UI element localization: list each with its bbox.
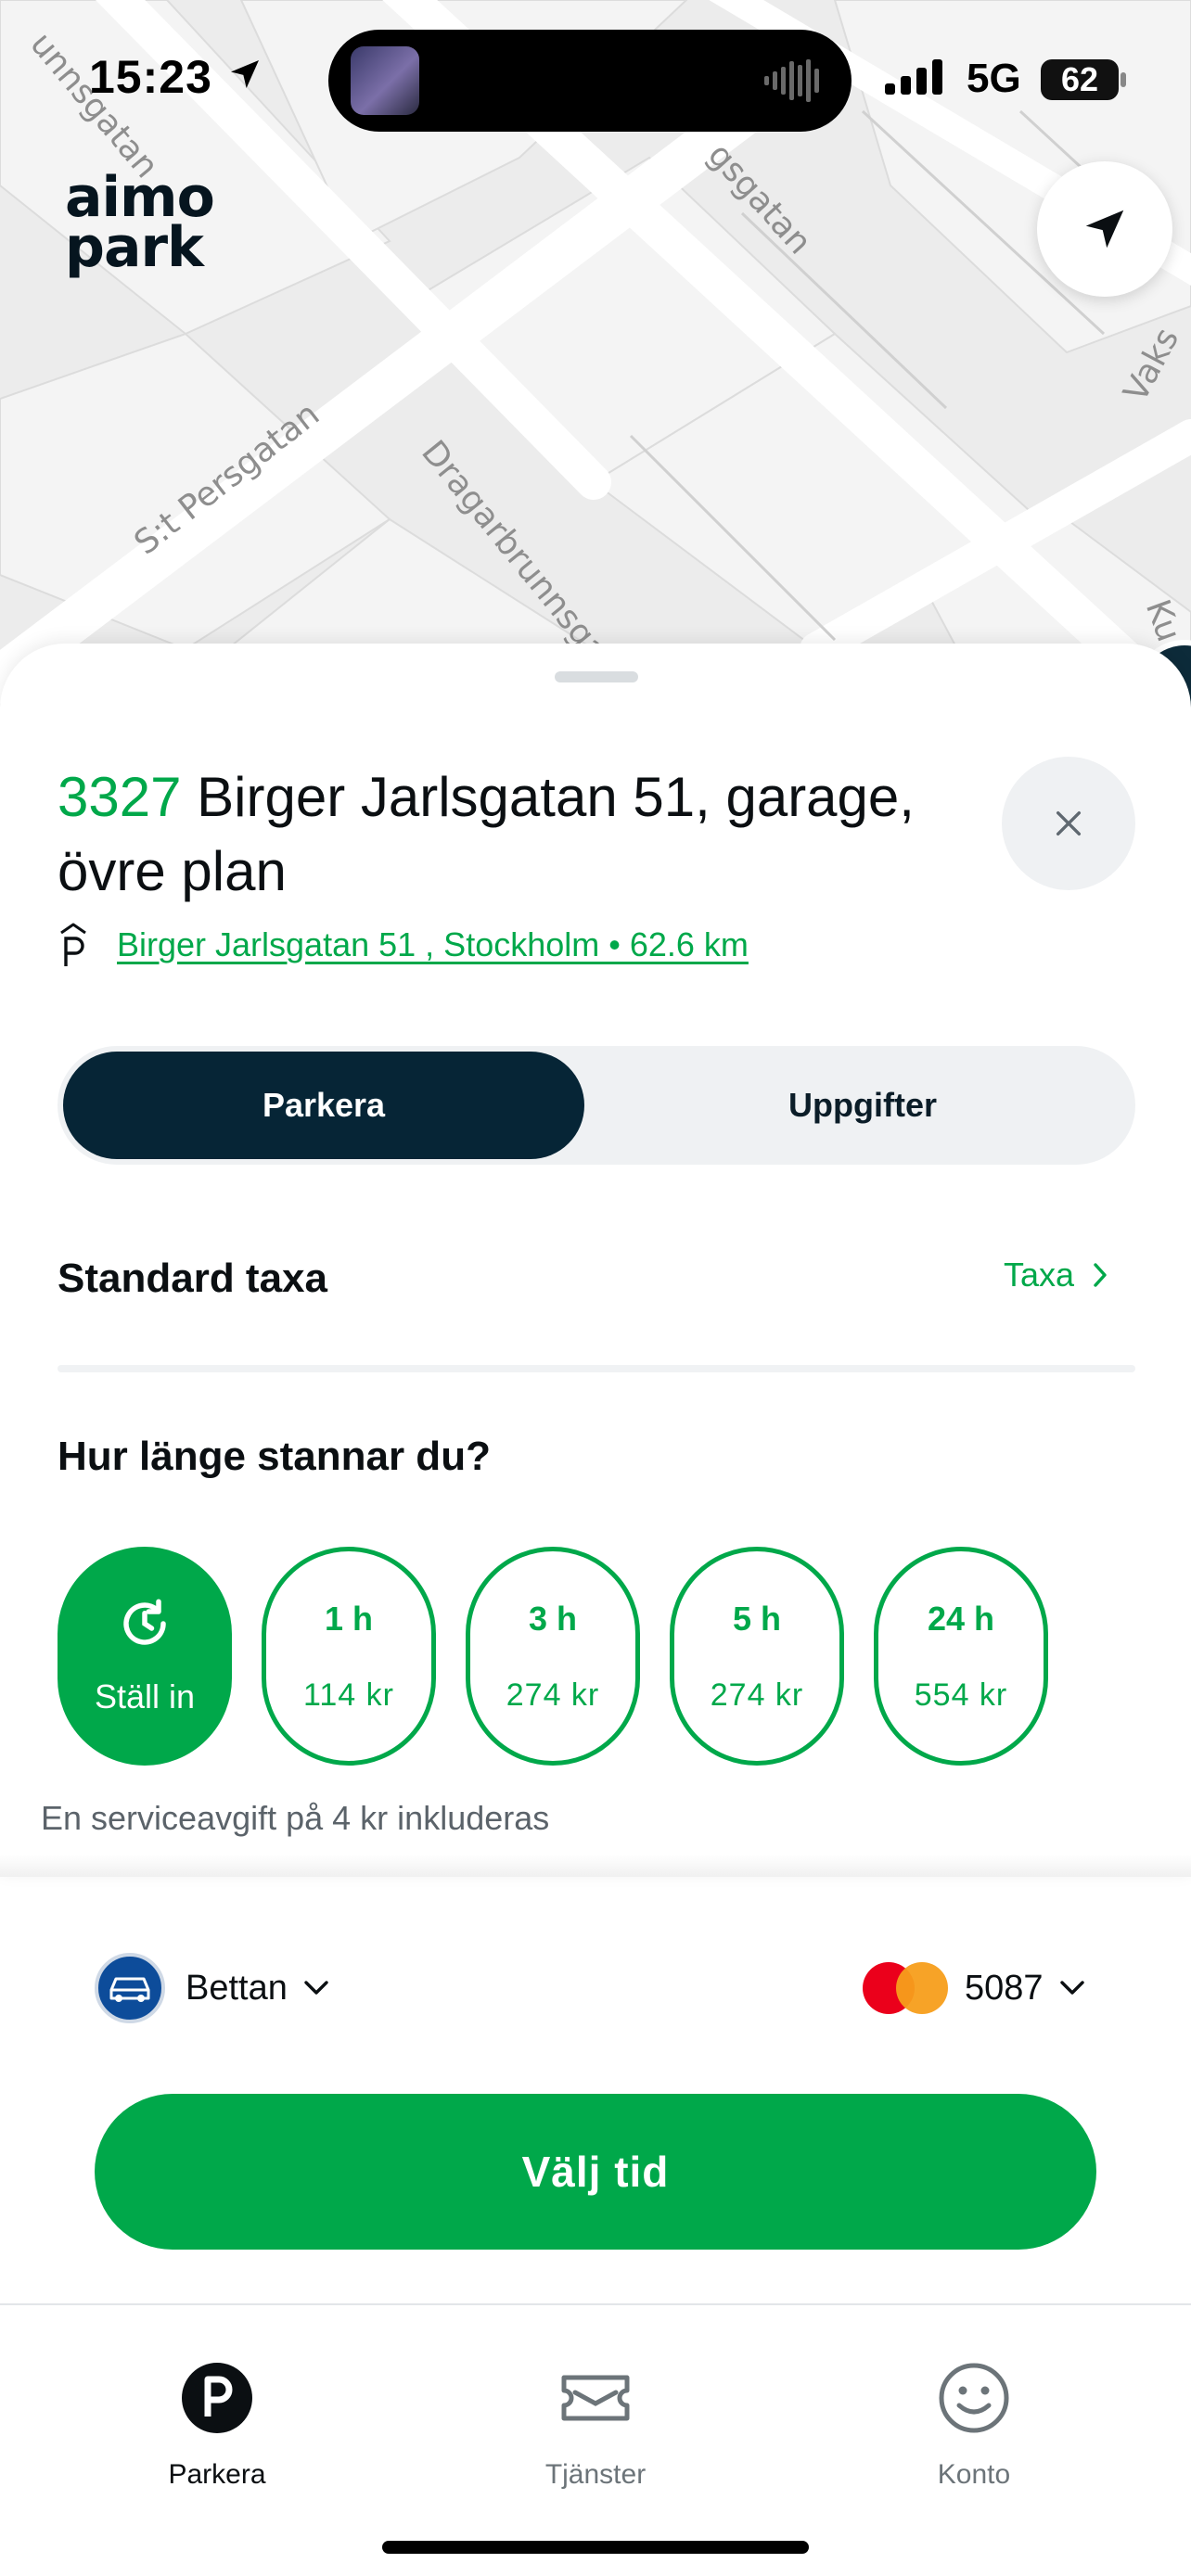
- tab-bar-item-parkera[interactable]: Parkera: [96, 2361, 338, 2491]
- option-duration: 5 h: [732, 1599, 781, 1638]
- parking-garage-icon: [60, 923, 86, 966]
- chevron-right-icon: [1094, 1263, 1107, 1287]
- network-type: 5G: [967, 56, 1021, 101]
- chevron-down-icon: [304, 1981, 328, 1995]
- custom-duration-label: Ställ in: [94, 1677, 196, 1715]
- card-number: 5087: [965, 1968, 1044, 2008]
- duration-option-3h[interactable]: 3 h 274 kr: [466, 1547, 640, 1766]
- chevron-down-icon: [1059, 1981, 1084, 1995]
- battery-icon: 62: [1041, 59, 1119, 100]
- parking-icon: [182, 2363, 252, 2433]
- vehicle-name: Bettan: [186, 1968, 288, 2008]
- logo-line-2: park: [65, 215, 204, 280]
- option-duration: 3 h: [528, 1599, 577, 1638]
- home-indicator[interactable]: [382, 2541, 809, 2554]
- tab-bar-label: Konto: [937, 2459, 1011, 2490]
- address-link[interactable]: Birger Jarlsgatan 51 , Stockholm • 62.6 …: [117, 925, 749, 964]
- tab-uppgifter[interactable]: Uppgifter: [590, 1046, 1135, 1165]
- duration-question: Hur länge stannar du?: [58, 1434, 491, 1479]
- option-duration: 24 h: [927, 1599, 995, 1638]
- location-title: 3327 Birger Jarlsgatan 51, garage, övre …: [58, 760, 967, 909]
- duration-option-24h[interactable]: 24 h 554 kr: [874, 1547, 1048, 1766]
- battery-level: 62: [1060, 60, 1099, 98]
- tab-bar-label: Parkera: [168, 2459, 266, 2490]
- bottom-tab-bar: Parkera Tjänster Konto: [0, 2303, 1191, 2576]
- parking-detail-sheet: 3327 Birger Jarlsgatan 51, garage, övre …: [0, 644, 1191, 1877]
- duration-option-5h[interactable]: 5 h 274 kr: [670, 1547, 844, 1766]
- option-price: 554 kr: [914, 1677, 1008, 1713]
- smiley-icon: [939, 2363, 1009, 2433]
- now-playing-artwork: [351, 46, 419, 115]
- taxa-link[interactable]: Taxa: [1004, 1256, 1109, 1294]
- locate-me-button[interactable]: [1037, 161, 1172, 297]
- location-code: 3327: [58, 766, 182, 828]
- option-duration: 1 h: [324, 1599, 373, 1638]
- service-fee-note: En serviceavgift på 4 kr inkluderas: [41, 1799, 550, 1837]
- aimo-park-logo: aimo park: [65, 170, 215, 280]
- status-time: 15:23: [89, 51, 212, 103]
- custom-duration-button[interactable]: Ställ in: [58, 1547, 232, 1766]
- close-button[interactable]: [1002, 757, 1135, 890]
- tab-bar-item-tjanster[interactable]: Tjänster: [475, 2361, 716, 2491]
- battery-tip: [1121, 72, 1126, 87]
- address-row: Birger Jarlsgatan 51 , Stockholm • 62.6 …: [58, 922, 749, 968]
- location-name: Birger Jarlsgatan 51, garage, övre plan: [58, 766, 915, 902]
- ticket-icon: [561, 2375, 630, 2421]
- duration-option-1h[interactable]: 1 h 114 kr: [262, 1547, 436, 1766]
- option-price: 274 kr: [710, 1677, 804, 1713]
- section-divider: [58, 1365, 1135, 1372]
- navigation-arrow-icon: [1085, 210, 1124, 249]
- taxa-link-label: Taxa: [1004, 1256, 1075, 1294]
- tab-bar-item-konto[interactable]: Konto: [853, 2361, 1095, 2491]
- option-price: 114 kr: [303, 1677, 394, 1713]
- duration-options: Ställ in 1 h 114 kr 3 h 274 kr 5 h 274 k…: [58, 1547, 1048, 1766]
- sheet-bottom-shadow: [0, 1855, 1191, 1877]
- payment-selector[interactable]: 5087: [863, 1962, 1086, 2014]
- rate-label: Standard taxa: [58, 1256, 327, 1301]
- vehicle-selector[interactable]: Bettan: [95, 1953, 330, 2023]
- waveform-icon: [764, 59, 819, 102]
- tab-bar-label: Tjänster: [544, 2459, 647, 2490]
- segmented-control: Parkera Uppgifter: [58, 1046, 1135, 1165]
- mastercard-icon: [863, 1962, 948, 2014]
- clock-refresh-icon: [123, 1599, 166, 1645]
- cellular-signal-icon: [885, 59, 942, 95]
- dynamic-island[interactable]: [328, 30, 852, 132]
- location-arrow-icon: [231, 60, 259, 88]
- sheet-grabber[interactable]: [555, 671, 638, 682]
- car-icon: [95, 1953, 165, 2023]
- close-icon: [1056, 810, 1082, 836]
- choose-time-button[interactable]: Välj tid: [95, 2094, 1096, 2250]
- option-price: 274 kr: [506, 1677, 600, 1713]
- tab-parkera[interactable]: Parkera: [63, 1052, 584, 1159]
